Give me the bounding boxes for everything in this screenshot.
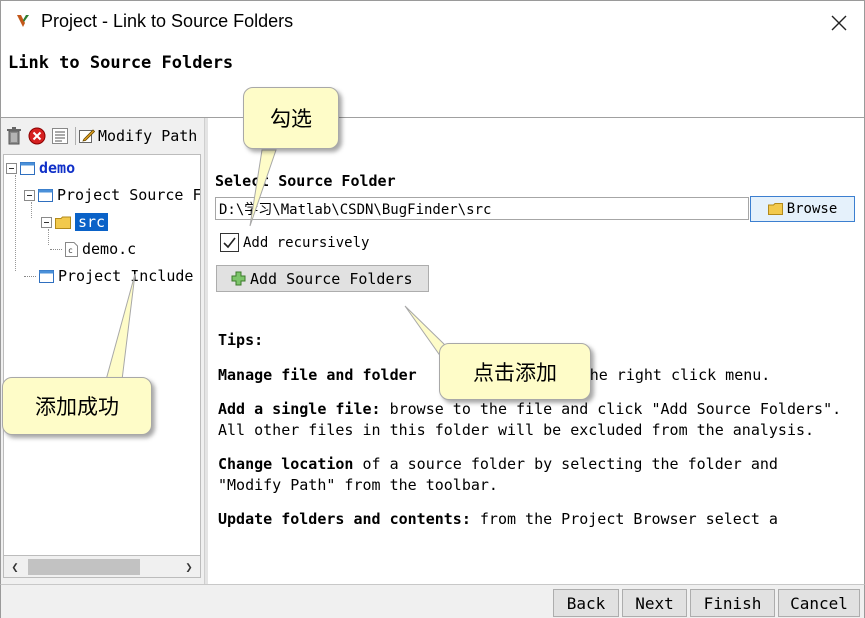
callout-add-success: 添加成功 — [2, 377, 152, 435]
callout-check: 勾选 — [243, 87, 339, 149]
callout-click-add: 点击添加 — [439, 343, 591, 400]
callout-pointer — [105, 149, 447, 381]
